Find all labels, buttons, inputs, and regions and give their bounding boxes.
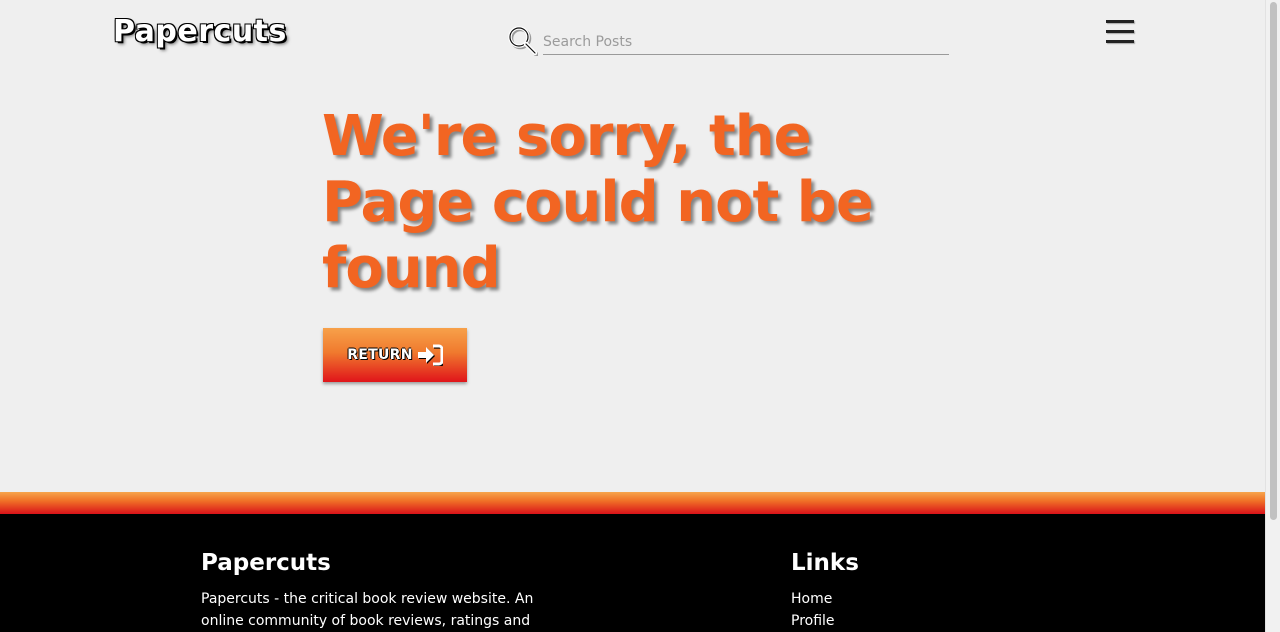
- site-logo[interactable]: Papercuts: [113, 14, 287, 49]
- footer-links: Links Home Profile: [791, 548, 859, 632]
- footer-about-text: Papercuts - the critical book review web…: [201, 591, 534, 629]
- footer-about: Papercuts Papercuts - the critical book …: [201, 548, 571, 632]
- search-icon[interactable]: [506, 24, 538, 56]
- site-footer: Papercuts Papercuts - the critical book …: [0, 514, 1265, 632]
- footer-link-profile[interactable]: Profile: [791, 610, 859, 632]
- search-bar: [506, 22, 949, 56]
- page: Papercuts We're sorry, the Page could no…: [0, 0, 1265, 632]
- vertical-scrollbar[interactable]: [1265, 0, 1280, 632]
- return-button[interactable]: RETURN: [323, 328, 467, 382]
- scrollbar-thumb[interactable]: [1270, 2, 1277, 520]
- footer-about-title: Papercuts: [201, 550, 331, 576]
- search-input[interactable]: [543, 32, 949, 55]
- error-headline: We're sorry, the Page could not be found: [322, 104, 874, 301]
- footer-link-home[interactable]: Home: [791, 588, 859, 610]
- hamburger-menu-icon[interactable]: [1106, 19, 1134, 45]
- footer-gradient-band: [0, 492, 1265, 514]
- return-button-label: RETURN: [347, 347, 413, 363]
- sign-in-arrow-icon: [417, 344, 443, 366]
- footer-links-title: Links: [791, 550, 859, 576]
- menu-line: [1106, 20, 1134, 23]
- menu-line: [1106, 40, 1134, 43]
- menu-line: [1106, 30, 1134, 33]
